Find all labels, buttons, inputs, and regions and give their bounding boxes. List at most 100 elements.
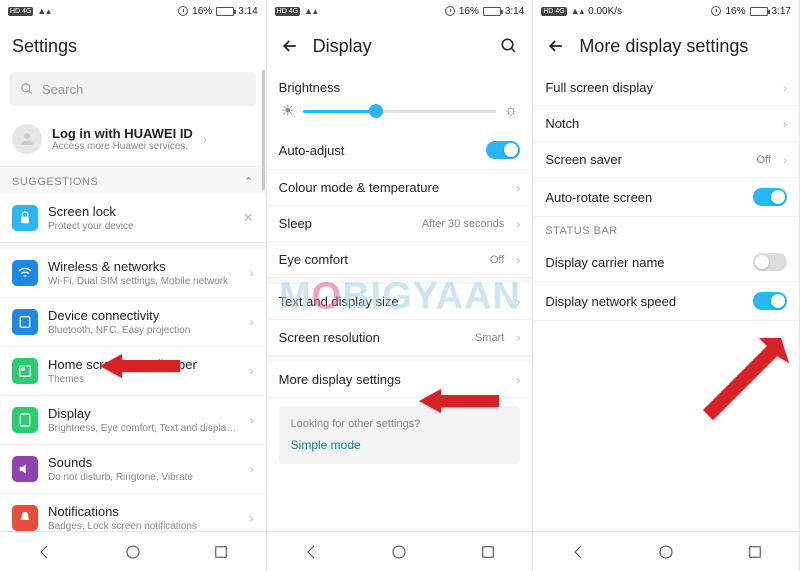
- nav-recent[interactable]: [212, 543, 230, 561]
- login-sub: Access more Huawei services.: [52, 141, 193, 152]
- link-simple-mode[interactable]: Simple mode: [291, 438, 509, 452]
- chevron-right-icon: ›: [250, 266, 254, 280]
- chevron-right-icon: ›: [516, 217, 520, 231]
- chevron-right-icon: ›: [250, 511, 254, 525]
- chevron-right-icon: ›: [250, 364, 254, 378]
- status-bar: HD 4G ▲▴ 16% 3:14: [0, 0, 266, 22]
- settings-list: Wireless & networksWi-Fi, Dual SIM setti…: [0, 249, 266, 531]
- wifi-icon: [12, 260, 38, 286]
- chevron-right-icon: ›: [783, 117, 787, 131]
- status-time: 3:17: [772, 6, 791, 17]
- nav-bar: [533, 531, 799, 571]
- header: More display settings: [533, 22, 799, 70]
- sound-icon: [12, 456, 38, 482]
- nav-back[interactable]: [302, 543, 320, 561]
- chevron-up-icon: ⌃: [244, 175, 254, 188]
- settings-item-home-wallpaper[interactable]: Home screen & wallpaperThemes ›: [0, 347, 266, 396]
- battery-icon: [750, 7, 768, 16]
- toggle-auto-adjust[interactable]: [486, 141, 520, 159]
- signal-icon: ▲▴: [571, 6, 584, 17]
- row-colour-mode[interactable]: Colour mode & temperature ›: [267, 170, 533, 206]
- row-auto-rotate[interactable]: Auto-rotate screen: [533, 178, 799, 217]
- wallpaper-icon: [12, 358, 38, 384]
- close-icon[interactable]: ✕: [243, 210, 254, 226]
- hint-box: Looking for other settings? Simple mode: [279, 406, 521, 464]
- login-title: Log in with HUAWEI ID: [52, 126, 193, 141]
- settings-item-sounds[interactable]: SoundsDo not disturb, Ringtone, Vibrate …: [0, 445, 266, 494]
- settings-item-wireless[interactable]: Wireless & networksWi-Fi, Dual SIM setti…: [0, 249, 266, 298]
- toggle-network-speed[interactable]: [753, 292, 787, 310]
- suggestion-screen-lock[interactable]: Screen lock Protect your device ✕: [0, 194, 266, 243]
- battery-icon: [216, 7, 234, 16]
- device-icon: [12, 309, 38, 335]
- row-eye-comfort[interactable]: Eye comfort Off ›: [267, 242, 533, 278]
- row-sleep[interactable]: Sleep After 30 seconds ›: [267, 206, 533, 242]
- signal-icon: ▲▴: [37, 6, 50, 17]
- display-icon: [12, 407, 38, 433]
- toggle-auto-rotate[interactable]: [753, 188, 787, 206]
- nav-recent[interactable]: [479, 543, 497, 561]
- nav-back[interactable]: [569, 543, 587, 561]
- nav-back[interactable]: [35, 543, 53, 561]
- screen-settings: HD 4G ▲▴ 16% 3:14 Settings Search Log in…: [0, 0, 267, 571]
- search-placeholder: Search: [42, 82, 83, 97]
- alarm-icon: [445, 6, 455, 16]
- chevron-right-icon: ›: [250, 315, 254, 329]
- chevron-right-icon: ›: [516, 373, 520, 387]
- alarm-icon: [711, 6, 721, 16]
- brightness-label-row: Brightness: [267, 70, 533, 95]
- nav-home[interactable]: [657, 543, 675, 561]
- row-notch[interactable]: Notch ›: [533, 106, 799, 142]
- back-button[interactable]: [545, 35, 567, 57]
- search-icon: [20, 82, 34, 96]
- chevron-right-icon: ›: [516, 181, 520, 195]
- row-text-size[interactable]: Text and display size ›: [267, 284, 533, 320]
- status-bar: HD 4G ▲▴ 16% 3:14: [267, 0, 533, 22]
- brightness-slider[interactable]: ☀ ☼: [267, 95, 533, 131]
- status-bar: HD 4G ▲▴ 0.00K/s 16% 3:17: [533, 0, 799, 22]
- row-full-screen-display[interactable]: Full screen display ›: [533, 70, 799, 106]
- settings-item-notifications[interactable]: NotificationsBadges, Lock screen notific…: [0, 494, 266, 531]
- search-button[interactable]: [498, 35, 520, 57]
- sun-high-icon: ☼: [504, 102, 519, 120]
- battery-pct: 16%: [459, 6, 479, 17]
- row-screen-saver[interactable]: Screen saver Off ›: [533, 142, 799, 178]
- bell-icon: [12, 505, 38, 531]
- battery-pct: 16%: [192, 6, 212, 17]
- nav-home[interactable]: [390, 543, 408, 561]
- nav-bar: [0, 531, 266, 571]
- section-suggestions[interactable]: SUGGESTIONS ⌃: [0, 167, 266, 194]
- chevron-right-icon: ›: [516, 295, 520, 309]
- scrollbar[interactable]: [262, 70, 265, 190]
- settings-item-device-connectivity[interactable]: Device connectivityBluetooth, NFC, Easy …: [0, 298, 266, 347]
- row-more-display-settings[interactable]: More display settings ›: [267, 362, 533, 398]
- row-display-network-speed[interactable]: Display network speed: [533, 282, 799, 321]
- row-screen-resolution[interactable]: Screen resolution Smart ›: [267, 320, 533, 356]
- battery-icon: [483, 7, 501, 16]
- avatar-icon: [12, 124, 42, 154]
- screen-display: HD 4G ▲▴ 16% 3:14 Display Brightness ☀ ☼…: [267, 0, 534, 571]
- chevron-right-icon: ›: [250, 413, 254, 427]
- chevron-right-icon: ›: [516, 331, 520, 345]
- sim-hd-icon: HD 4G: [275, 7, 300, 16]
- status-time: 3:14: [238, 6, 257, 17]
- page-title: More display settings: [579, 36, 787, 57]
- nav-home[interactable]: [124, 543, 142, 561]
- nav-recent[interactable]: [746, 543, 764, 561]
- settings-item-display[interactable]: DisplayBrightness, Eye comfort, Text and…: [0, 396, 266, 445]
- battery-pct: 16%: [725, 6, 745, 17]
- section-status-bar: STATUS BAR: [533, 217, 799, 243]
- search-input[interactable]: Search: [10, 72, 256, 106]
- sim-hd-icon: HD 4G: [541, 7, 566, 16]
- toggle-carrier-name[interactable]: [753, 253, 787, 271]
- chevron-right-icon: ›: [783, 81, 787, 95]
- page-title: Display: [313, 36, 487, 57]
- nav-bar: [267, 531, 533, 571]
- status-time: 3:14: [505, 6, 524, 17]
- login-huawei-id[interactable]: Log in with HUAWEI ID Access more Huawei…: [0, 112, 266, 167]
- row-auto-adjust[interactable]: Auto-adjust: [267, 131, 533, 170]
- row-display-carrier-name[interactable]: Display carrier name: [533, 243, 799, 282]
- header: Settings: [0, 22, 266, 70]
- screen-more-display: HD 4G ▲▴ 0.00K/s 16% 3:17 More display s…: [533, 0, 800, 571]
- back-button[interactable]: [279, 35, 301, 57]
